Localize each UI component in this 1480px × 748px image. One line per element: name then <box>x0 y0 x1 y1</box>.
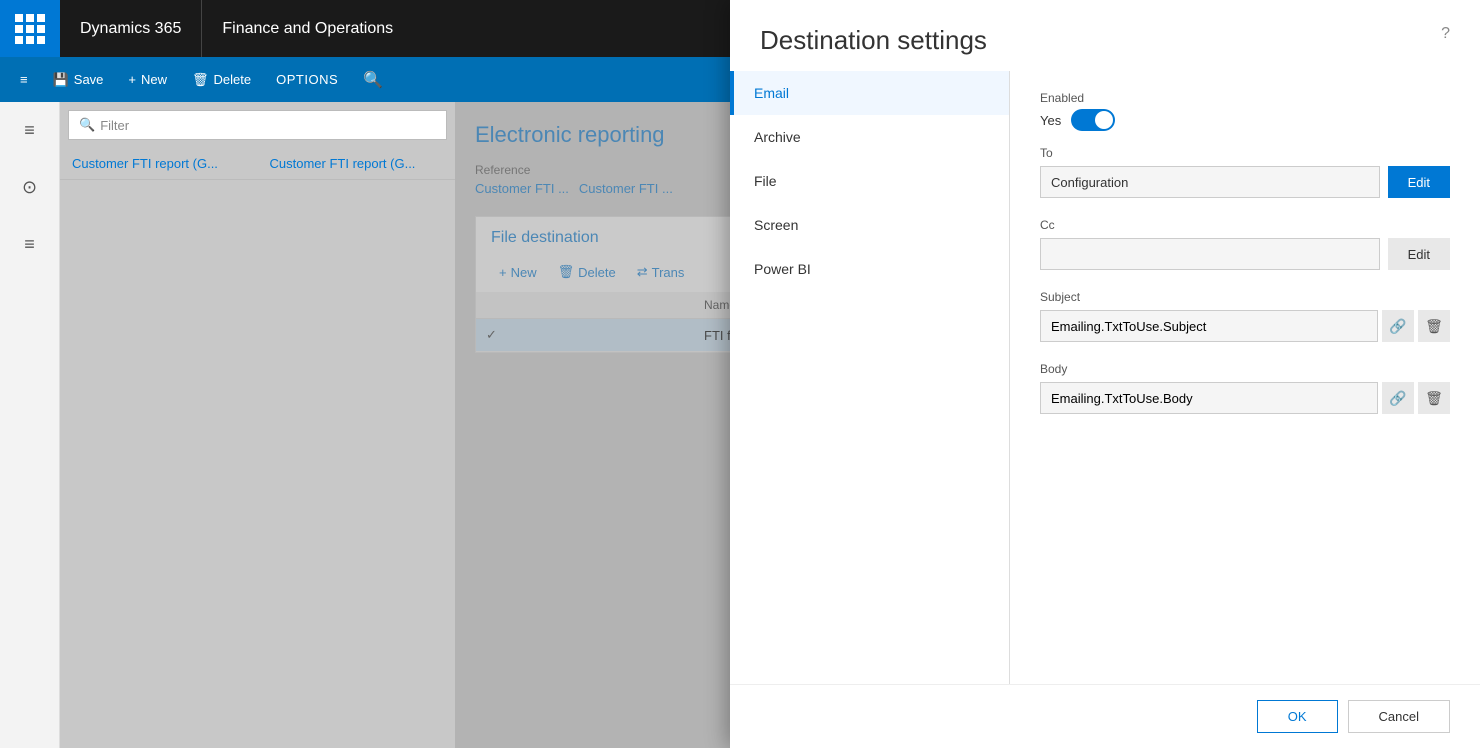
hamburger-button[interactable]: ≡ <box>10 66 38 93</box>
cc-label: Cc <box>1040 218 1450 232</box>
list-items: Customer FTI report (G... Customer FTI r… <box>60 148 455 180</box>
enabled-toggle[interactable] <box>1071 109 1115 131</box>
subject-field-group: Subject 🔗 🗑 <box>1040 290 1450 342</box>
main-area: ≡ ⊙ ≡ 🔍 Filter Customer FTI report (G...… <box>0 102 1480 748</box>
hamburger-icon: ≡ <box>20 72 28 87</box>
cc-field-group: Cc Edit <box>1040 218 1450 270</box>
filter-search-icon: 🔍 <box>79 117 95 133</box>
body-input[interactable] <box>1040 382 1378 414</box>
to-label: To <box>1040 146 1450 160</box>
save-button[interactable]: 💾 Save <box>43 66 114 94</box>
cancel-button[interactable]: Cancel <box>1348 700 1450 733</box>
ok-button[interactable]: OK <box>1257 700 1338 733</box>
to-field-group: To Edit <box>1040 146 1450 198</box>
body-label: Body <box>1040 362 1450 376</box>
body-link-button[interactable]: 🔗 <box>1382 382 1414 414</box>
subject-input[interactable] <box>1040 310 1378 342</box>
list-item-col2[interactable]: Customer FTI report (G... <box>258 148 456 179</box>
dest-email-content: Enabled Yes To Edit <box>1010 102 1480 684</box>
delete-icon: 🗑 <box>192 72 209 88</box>
enabled-label: Enabled <box>1040 102 1450 105</box>
dest-settings-body: Email Archive File Screen Power BI Enabl… <box>730 102 1480 684</box>
module-name: Finance and Operations <box>202 0 413 57</box>
list-item: Customer FTI report (G... Customer FTI r… <box>60 148 455 180</box>
dest-nav-powerbi[interactable]: Power BI <box>730 247 1009 291</box>
toggle-container: Yes <box>1040 109 1450 131</box>
to-input[interactable] <box>1040 166 1380 198</box>
new-button[interactable]: + New <box>118 66 177 93</box>
body-field-group: Body 🔗 🗑 <box>1040 362 1450 414</box>
cc-edit-button[interactable]: Edit <box>1388 238 1450 270</box>
enabled-field-group: Enabled Yes <box>1040 102 1450 131</box>
yes-label: Yes <box>1040 113 1061 128</box>
filter-bar: 🔍 Filter <box>60 102 455 148</box>
plus-icon: + <box>128 72 136 87</box>
sidebar-filter-icon[interactable]: ⊙ <box>14 169 45 206</box>
options-menu[interactable]: OPTIONS <box>266 66 348 93</box>
save-icon: 💾 <box>53 72 69 88</box>
body-field-row: 🔗 🗑 <box>1040 382 1450 414</box>
to-field-row: Edit <box>1040 166 1450 198</box>
filter-input-wrapper[interactable]: 🔍 Filter <box>68 110 447 140</box>
delete-button[interactable]: 🗑 Delete <box>182 66 261 94</box>
to-edit-button[interactable]: Edit <box>1388 166 1450 198</box>
dest-nav: Email Archive File Screen Power BI <box>730 102 1010 684</box>
sidebar-hamburger-icon[interactable]: ≡ <box>16 112 43 149</box>
cc-field-row: Edit <box>1040 238 1450 270</box>
search-icon[interactable]: 🔍 <box>353 64 393 96</box>
sidebar: ≡ ⊙ ≡ <box>0 102 60 748</box>
dest-nav-file[interactable]: File <box>730 159 1009 203</box>
subject-field-row: 🔗 🗑 <box>1040 310 1450 342</box>
toggle-knob <box>1095 111 1113 129</box>
subject-label: Subject <box>1040 290 1450 304</box>
dest-nav-email[interactable]: Email <box>730 102 1009 115</box>
subject-delete-button[interactable]: 🗑 <box>1418 310 1450 342</box>
dest-nav-screen[interactable]: Screen <box>730 203 1009 247</box>
waffle-icon <box>15 14 45 44</box>
dest-footer: OK Cancel <box>730 684 1480 748</box>
sidebar-lines-icon[interactable]: ≡ <box>16 226 43 263</box>
list-panel: 🔍 Filter Customer FTI report (G... Custo… <box>60 102 455 748</box>
subject-link-button[interactable]: 🔗 <box>1382 310 1414 342</box>
waffle-menu[interactable] <box>0 0 60 57</box>
destination-settings-panel: Destination settings ? Email Archive Fil… <box>730 102 1480 748</box>
cc-input[interactable] <box>1040 238 1380 270</box>
app-name: Dynamics 365 <box>60 0 202 57</box>
body-delete-button[interactable]: 🗑 <box>1418 382 1450 414</box>
dest-nav-archive[interactable]: Archive <box>730 115 1009 159</box>
list-item-col1[interactable]: Customer FTI report (G... <box>60 148 258 179</box>
